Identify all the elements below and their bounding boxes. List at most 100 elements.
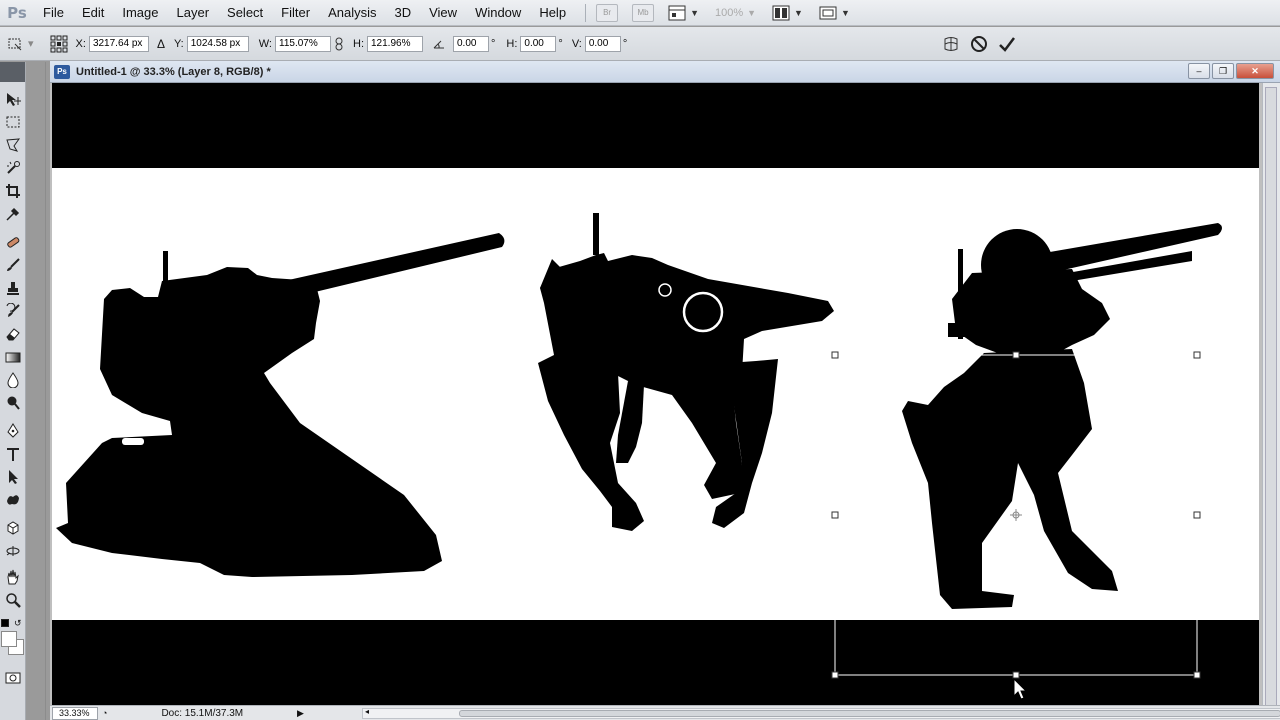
brush-tool[interactable] <box>1 254 25 276</box>
status-menu-arrow-icon[interactable]: ▶ <box>297 708 304 719</box>
history-brush-tool[interactable] <box>1 300 25 322</box>
zoom-icon <box>6 593 21 608</box>
menu-window[interactable]: Window <box>466 0 530 26</box>
arrange-documents-dropdown[interactable]: ▼ <box>772 5 803 21</box>
zoom-tool[interactable] <box>1 589 25 611</box>
menu-view[interactable]: View <box>420 0 466 26</box>
pen-icon <box>7 423 19 438</box>
commit-transform-button[interactable] <box>996 33 1018 55</box>
document-canvas[interactable] <box>52 83 1259 711</box>
document-title-bar[interactable]: Ps Untitled-1 @ 33.3% (Layer 8, RGB/8) *… <box>50 61 1280 83</box>
crop-tool[interactable] <box>1 180 25 202</box>
minibridge-button[interactable]: Mb <box>632 3 655 22</box>
vertical-scrollbar[interactable] <box>1262 83 1280 711</box>
stamp-tool[interactable] <box>1 277 25 299</box>
3d-orbit-tool[interactable] <box>1 540 25 562</box>
h-skew-label: H: <box>506 37 518 50</box>
hand-tool[interactable] <box>1 566 25 588</box>
crop-icon <box>6 184 20 198</box>
h-label: H: <box>353 37 364 50</box>
horizontal-scroll-thumb[interactable] <box>459 710 1280 717</box>
separator: ▾ <box>28 38 34 50</box>
mouse-cursor-icon <box>1013 677 1028 700</box>
y-position-input[interactable] <box>186 35 249 52</box>
menu-filter[interactable]: Filter <box>272 0 319 26</box>
zoom-level-combo[interactable]: 100% ▼ <box>715 7 756 19</box>
menu-select[interactable]: Select <box>218 0 272 26</box>
eyedropper-icon <box>6 207 20 221</box>
vertical-scroll-thumb[interactable] <box>1265 87 1277 707</box>
menu-file[interactable]: File <box>34 0 73 26</box>
default-colors-icon[interactable] <box>1 619 9 627</box>
close-button[interactable]: ✕ <box>1236 63 1274 79</box>
screen-mode-dropdown[interactable]: ▼ <box>819 5 850 21</box>
x-position-input[interactable] <box>88 35 149 52</box>
height-input[interactable] <box>367 35 423 52</box>
photoshop-document-icon: Ps <box>54 64 70 79</box>
foreground-color-swatch[interactable] <box>1 631 17 647</box>
y-label: Y: <box>173 37 184 50</box>
type-icon <box>7 448 19 461</box>
menu-analysis[interactable]: Analysis <box>319 0 385 26</box>
delta-icon[interactable]: Δ <box>157 37 165 51</box>
tool-preset-picker[interactable] <box>4 33 26 55</box>
chain-link-icon <box>335 37 343 50</box>
canvas-area[interactable] <box>50 83 1280 711</box>
rotate-angle-input[interactable] <box>453 35 489 52</box>
zoom-percentage-field[interactable]: 33.33% <box>52 706 98 720</box>
healing-tool[interactable] <box>1 231 25 253</box>
warp-icon <box>944 36 958 51</box>
type-tool[interactable] <box>1 443 25 465</box>
eyedropper-tool[interactable] <box>1 203 25 225</box>
menu-help[interactable]: Help <box>530 0 575 26</box>
lasso-icon <box>6 138 21 152</box>
quick-mask-button[interactable] <box>1 667 25 689</box>
menu-edit[interactable]: Edit <box>73 0 113 26</box>
quick-select-tool[interactable] <box>1 157 25 179</box>
reference-point-icon <box>50 35 68 52</box>
document-title: Untitled-1 @ 33.3% (Layer 8, RGB/8) * <box>76 65 271 78</box>
menu-image[interactable]: Image <box>113 0 167 26</box>
menu-bar: Ps File Edit Image Layer Select Filter A… <box>0 0 1280 26</box>
transform-tool-icon <box>8 38 22 50</box>
dodge-icon <box>7 396 20 410</box>
tools-panel-header[interactable] <box>0 62 25 82</box>
bridge-button[interactable]: Br <box>596 3 619 22</box>
minimize-button[interactable]: – <box>1188 63 1210 79</box>
v-skew-unit: ° <box>622 37 628 50</box>
swap-colors-icon[interactable]: ↺ <box>14 618 22 629</box>
width-input[interactable] <box>275 35 331 52</box>
dodge-tool[interactable] <box>1 392 25 414</box>
blur-tool[interactable] <box>1 369 25 391</box>
cancel-transform-button[interactable] <box>968 33 990 55</box>
path-select-tool[interactable] <box>1 466 25 488</box>
horizontal-scrollbar[interactable]: ◂ ▸ <box>362 707 1280 719</box>
hand-icon <box>7 569 19 585</box>
link-icon[interactable] <box>331 33 347 55</box>
3d-rotate-icon <box>7 521 19 535</box>
gradient-tool[interactable] <box>1 346 25 368</box>
color-swatches[interactable]: ↺ <box>0 617 25 667</box>
restore-button[interactable]: ❐ <box>1212 63 1234 79</box>
v-skew-input[interactable] <box>584 35 621 52</box>
shape-tool[interactable] <box>1 489 25 511</box>
cancel-icon <box>971 35 987 52</box>
menu-3d[interactable]: 3D <box>385 0 420 26</box>
menu-layer[interactable]: Layer <box>168 0 219 26</box>
reference-point-locator[interactable] <box>48 33 70 55</box>
lasso-tool[interactable] <box>1 134 25 156</box>
options-bar: ▾ X: Δ Y: W: H: ° H: ° V: ° <box>0 27 1280 61</box>
scroll-left-icon[interactable]: ◂ <box>365 707 369 716</box>
panel-gutter <box>26 62 50 720</box>
3d-rotate-tool[interactable] <box>1 517 25 539</box>
view-extras-dropdown[interactable]: ▼ <box>668 5 699 21</box>
chevron-down-icon: ▼ <box>747 7 757 18</box>
pen-tool[interactable] <box>1 420 25 442</box>
move-tool[interactable] <box>1 88 25 110</box>
marquee-tool[interactable] <box>1 111 25 133</box>
eraser-tool[interactable] <box>1 323 25 345</box>
h-skew-input[interactable] <box>520 35 557 52</box>
arrange-documents-icon <box>772 5 790 20</box>
warp-toggle-button[interactable] <box>940 33 962 55</box>
status-icon[interactable]: ◔ <box>102 708 107 718</box>
